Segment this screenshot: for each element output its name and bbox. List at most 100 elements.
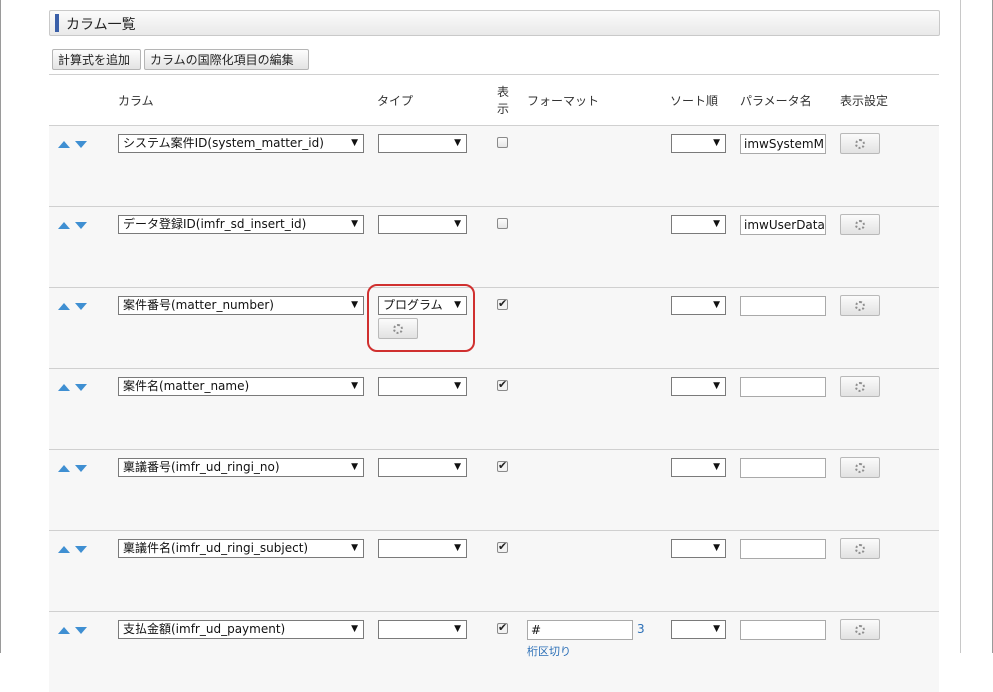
header-column: カラム: [118, 94, 154, 108]
display-settings-button[interactable]: [840, 457, 880, 478]
chevron-down-icon: ▼: [454, 462, 461, 472]
triangle-up-icon[interactable]: [58, 303, 70, 310]
triangle-down-icon[interactable]: [75, 627, 87, 634]
triangle-up-icon[interactable]: [58, 141, 70, 148]
column-select[interactable]: 支払金額(imfr_ud_payment) ▼: [118, 620, 364, 639]
type-select[interactable]: ▼: [378, 539, 467, 558]
format-input[interactable]: #: [527, 620, 633, 640]
display-checkbox[interactable]: ✔: [497, 297, 508, 310]
column-select[interactable]: 稟議件名(imfr_ud_ringi_subject) ▼: [118, 539, 364, 558]
chevron-down-icon: ▼: [454, 624, 461, 634]
header-display-line1: 表: [497, 85, 510, 99]
display-settings-button[interactable]: [840, 376, 880, 397]
display-checkbox[interactable]: ✔: [497, 621, 508, 634]
column-select[interactable]: データ登録ID(imfr_sd_insert_id) ▼: [118, 215, 364, 234]
row-move-controls: [58, 625, 92, 635]
triangle-down-icon[interactable]: [75, 222, 87, 229]
chevron-down-icon: ▼: [713, 543, 720, 553]
chevron-down-icon: ▼: [454, 138, 461, 148]
display-checkbox[interactable]: ✔: [497, 459, 508, 472]
column-select-value: システム案件ID(system_matter_id): [123, 136, 324, 150]
display-checkbox[interactable]: ✔: [497, 540, 508, 553]
display-checkbox[interactable]: [497, 218, 508, 229]
param-name-input[interactable]: [740, 296, 826, 316]
triangle-up-icon[interactable]: [58, 222, 70, 229]
param-name-input[interactable]: [740, 458, 826, 478]
gear-icon: [855, 624, 865, 635]
section-title: カラム一覧: [66, 17, 136, 33]
content-right-border: [960, 0, 961, 653]
section-header: カラム一覧: [49, 10, 940, 36]
sort-select[interactable]: ▼: [671, 377, 726, 396]
param-name-input[interactable]: imwUserData: [740, 215, 826, 235]
param-name-input[interactable]: [740, 377, 826, 397]
triangle-up-icon[interactable]: [58, 465, 70, 472]
sort-select[interactable]: ▼: [671, 296, 726, 315]
type-select[interactable]: ▼: [378, 215, 467, 234]
chevron-down-icon: ▼: [351, 624, 358, 634]
add-formula-button[interactable]: 計算式を追加: [52, 49, 141, 70]
check-icon: ✔: [498, 459, 508, 472]
table-top-border: [49, 74, 939, 75]
param-name-input[interactable]: imwSystemM: [740, 134, 826, 154]
triangle-up-icon[interactable]: [58, 546, 70, 553]
display-settings-button[interactable]: [840, 133, 880, 154]
chevron-down-icon: ▼: [713, 300, 720, 310]
gear-icon: [855, 462, 865, 473]
column-select-value: 案件名(matter_name): [123, 379, 250, 393]
triangle-up-icon[interactable]: [58, 384, 70, 391]
column-select[interactable]: 案件番号(matter_number) ▼: [118, 296, 364, 315]
display-checkbox[interactable]: ✔: [497, 378, 508, 391]
row-move-controls: [58, 139, 92, 149]
column-select[interactable]: 案件名(matter_name) ▼: [118, 377, 364, 396]
column-row: 稟議件名(imfr_ud_ringi_subject) ▼ ▼ ✔ ▼: [49, 530, 939, 611]
display-settings-button[interactable]: [840, 214, 880, 235]
column-select-value: 稟議番号(imfr_ud_ringi_no): [123, 460, 280, 474]
type-select[interactable]: ▼: [378, 377, 467, 396]
display-settings-button[interactable]: [840, 295, 880, 316]
type-select[interactable]: ▼: [378, 458, 467, 477]
column-row: システム案件ID(system_matter_id) ▼ ▼ ▼ imwSyste…: [49, 125, 939, 206]
sort-select[interactable]: ▼: [671, 134, 726, 153]
gear-icon: [855, 543, 865, 554]
gear-icon: [855, 381, 865, 392]
sort-select[interactable]: ▼: [671, 620, 726, 639]
triangle-down-icon[interactable]: [75, 546, 87, 553]
format-separator-link[interactable]: 桁区切り: [527, 643, 571, 659]
column-select[interactable]: システム案件ID(system_matter_id) ▼: [118, 134, 364, 153]
column-select-value: 案件番号(matter_number): [123, 298, 274, 312]
section-accent-bar: [55, 14, 59, 32]
column-row: 案件名(matter_name) ▼ ▼ ✔ ▼: [49, 368, 939, 449]
chevron-down-icon: ▼: [713, 138, 720, 148]
check-icon: ✔: [498, 378, 508, 391]
format-digits[interactable]: 3: [637, 622, 645, 636]
param-name-input[interactable]: [740, 620, 826, 640]
chevron-down-icon: ▼: [351, 300, 358, 310]
triangle-down-icon[interactable]: [75, 465, 87, 472]
triangle-down-icon[interactable]: [75, 141, 87, 148]
display-settings-button[interactable]: [840, 619, 880, 640]
column-row: 支払金額(imfr_ud_payment) ▼ ▼ ✔ # 3 桁区切り ▼: [49, 611, 939, 692]
window-left-border: [0, 0, 1, 653]
row-move-controls: [58, 220, 92, 230]
display-checkbox[interactable]: [497, 137, 508, 148]
sort-select[interactable]: ▼: [671, 215, 726, 234]
chevron-down-icon: ▼: [351, 462, 358, 472]
header-param: パラメータ名: [740, 94, 812, 108]
display-settings-button[interactable]: [840, 538, 880, 559]
sort-select[interactable]: ▼: [671, 539, 726, 558]
triangle-up-icon[interactable]: [58, 627, 70, 634]
type-select[interactable]: ▼: [378, 620, 467, 639]
gear-icon: [855, 300, 865, 311]
chevron-down-icon: ▼: [713, 219, 720, 229]
sort-select[interactable]: ▼: [671, 458, 726, 477]
column-row: データ登録ID(imfr_sd_insert_id) ▼ ▼ ▼ imwUserD…: [49, 206, 939, 287]
check-icon: ✔: [498, 621, 508, 634]
column-select[interactable]: 稟議番号(imfr_ud_ringi_no) ▼: [118, 458, 364, 477]
edit-i18n-button[interactable]: カラムの国際化項目の編集: [144, 49, 309, 70]
triangle-down-icon[interactable]: [75, 384, 87, 391]
param-name-input[interactable]: [740, 539, 826, 559]
type-select[interactable]: ▼: [378, 134, 467, 153]
triangle-down-icon[interactable]: [75, 303, 87, 310]
chevron-down-icon: ▼: [351, 543, 358, 553]
